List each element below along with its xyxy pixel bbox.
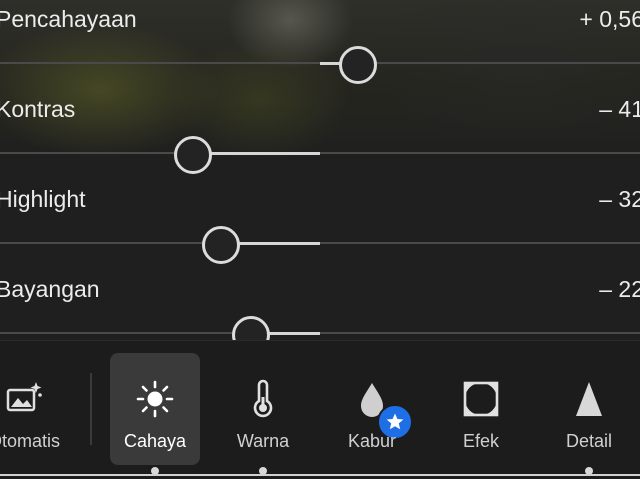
slider-row-exposure: Pencahayaan + 0,56 [0,0,640,90]
light-adjustment-panel: Pencahayaan + 0,56 Kontras – 41 Highligh… [0,0,640,340]
auto-photo-sparkle-icon [0,379,69,419]
tool-color[interactable]: Warna [218,353,308,465]
toolbar-bottom-line [0,474,640,476]
triangle-icon [544,379,634,419]
edit-toolbar: Otomatis Cahaya [0,341,640,479]
slider-row-contrast: Kontras – 41 [0,90,640,180]
slider-value[interactable]: + 0,56 [579,6,640,33]
slider-track[interactable] [0,136,640,174]
tool-label: Otomatis [0,431,61,451]
slider-label: Bayangan [0,276,100,302]
slider-value[interactable]: – 32 [599,186,640,213]
tool-light[interactable]: Cahaya [110,353,200,465]
slider-fill [193,151,320,155]
slider-thumb[interactable] [174,136,212,174]
slider-track[interactable] [0,226,640,264]
tool-effects[interactable]: Efek [436,353,526,465]
tool-detail[interactable]: Detail [544,353,634,465]
slider-value[interactable]: – 41 [599,96,640,123]
slider-label: Kontras [0,96,76,122]
sun-icon [110,379,200,419]
slider-thumb[interactable] [339,46,377,84]
slider-thumb[interactable] [202,226,240,264]
slider-track[interactable] [0,46,640,84]
slider-row-shadows: Bayangan – 22 [0,270,640,340]
tool-auto[interactable]: Otomatis [0,353,69,465]
slider-track[interactable] [0,316,640,340]
slider-row-highlights: Highlight – 32 [0,180,640,270]
slider-label: Highlight [0,186,86,212]
slider-value[interactable]: – 22 [599,276,640,303]
slider-label: Pencahayaan [0,6,137,32]
tool-label: Detail [565,431,613,451]
tool-blur[interactable]: Kabur [327,353,417,465]
thermometer-icon [218,379,308,419]
vignette-frame-icon [436,379,526,419]
slider-thumb[interactable] [232,316,270,340]
